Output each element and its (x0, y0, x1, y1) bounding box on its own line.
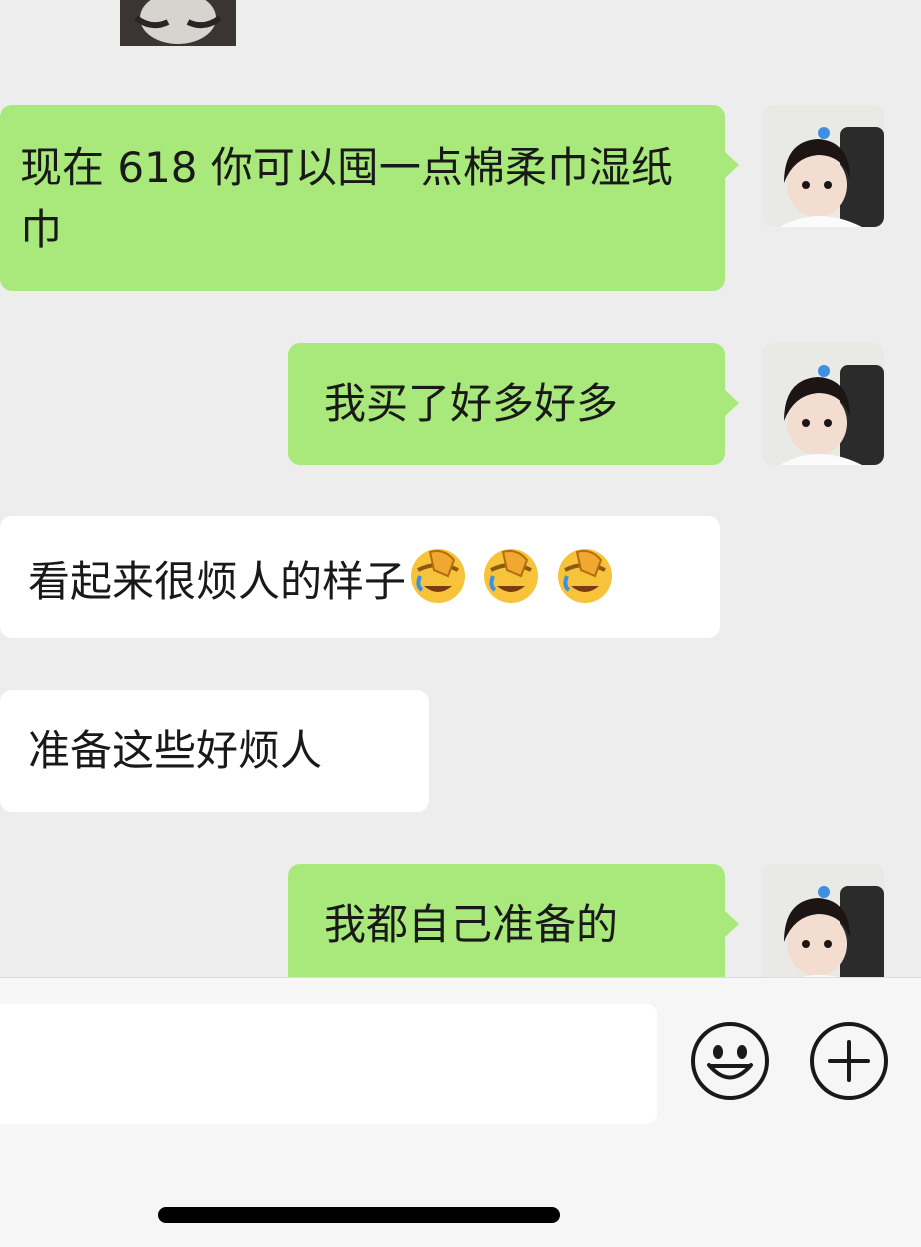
message-text: 现在 618 你可以囤一点棉柔巾湿纸巾 (20, 143, 673, 254)
message-text: 看起来很烦人的样子 (28, 557, 407, 606)
message-text: 我都自己准备的 (324, 900, 619, 949)
plus-circle-icon[interactable] (808, 1020, 890, 1102)
face-palm-laughing-icon (411, 549, 466, 603)
smiley-icon[interactable] (689, 1020, 771, 1102)
message-bubble-outgoing[interactable]: 我都自己准备的 (288, 864, 739, 986)
avatar[interactable] (762, 864, 884, 986)
sticker-image[interactable] (112, 0, 244, 54)
face-palm-laughing-icon (484, 549, 539, 603)
face-palm-laughing-icon (557, 549, 612, 603)
message-bubble-incoming[interactable]: 准备这些好烦人 (0, 690, 429, 812)
avatar[interactable] (762, 343, 884, 465)
home-indicator[interactable] (158, 1207, 560, 1223)
message-bubble-outgoing[interactable]: 我买了好多好多 (288, 343, 739, 465)
message-bubble-outgoing[interactable]: 现在 618 你可以囤一点棉柔巾湿纸巾 (0, 105, 739, 291)
message-bubble-incoming[interactable]: 看起来很烦人的样子 (0, 516, 720, 638)
message-text: 我买了好多好多 (324, 379, 619, 428)
message-input[interactable] (0, 1004, 657, 1124)
message-text: 准备这些好烦人 (28, 726, 323, 775)
avatar[interactable] (762, 105, 884, 227)
